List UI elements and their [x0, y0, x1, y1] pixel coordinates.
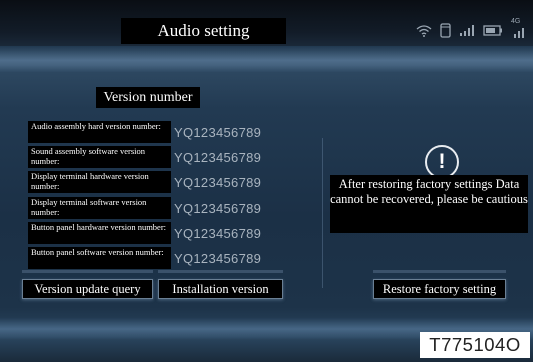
header-sheen: [0, 46, 533, 72]
version-row-label: Display terminal hardware version number…: [28, 171, 171, 193]
network-label: 4G: [511, 18, 521, 25]
version-row-audio-hardware: Audio assembly hard version number: YQ12…: [28, 121, 298, 145]
button-highlight: [22, 270, 153, 273]
version-row-value: YQ123456789: [174, 150, 262, 165]
panel-divider: [322, 138, 323, 288]
page-title: Audio setting: [121, 18, 286, 44]
button-highlight: [373, 270, 506, 273]
version-row-value: YQ123456789: [174, 175, 262, 190]
version-row-display-software: Display terminal software version number…: [28, 197, 298, 221]
version-row-button-software: Button panel software version number: YQ…: [28, 247, 298, 271]
version-row-button-hardware: Button panel hardware version number: YQ…: [28, 222, 298, 246]
version-row-value: YQ123456789: [174, 226, 262, 241]
top-bar: Audio setting 4G: [0, 0, 533, 46]
version-row-label: Button panel hardware version number:: [28, 222, 171, 244]
version-row-label: Display terminal software version number…: [28, 197, 171, 219]
version-row-label: Sound assembly software version number:: [28, 146, 171, 168]
version-row-value: YQ123456789: [174, 251, 262, 266]
status-icons: 4G: [416, 18, 527, 38]
restore-factory-setting-button[interactable]: Restore factory setting: [373, 279, 506, 299]
version-row-value: YQ123456789: [174, 201, 262, 216]
installation-version-button[interactable]: Installation version: [158, 279, 283, 299]
wifi-icon: [416, 24, 432, 37]
4g-signal-icon: 4G: [511, 18, 527, 38]
audio-settings-screen: Audio setting 4G Version number Audio as…: [0, 0, 533, 362]
version-row-label: Audio assembly hard version number:: [28, 121, 171, 143]
phone-icon: [440, 22, 451, 38]
version-row-display-hardware: Display terminal hardware version number…: [28, 171, 298, 195]
exclamation-icon: !: [425, 145, 459, 179]
version-row-value: YQ123456789: [174, 125, 262, 140]
figure-code-label: T775104O: [420, 332, 530, 358]
battery-icon: [483, 24, 503, 36]
signal-icon: [459, 24, 475, 36]
version-number-title: Version number: [96, 87, 200, 108]
button-highlight: [158, 270, 283, 273]
version-row-sound-software: Sound assembly software version number: …: [28, 146, 298, 170]
version-update-query-button[interactable]: Version update query: [22, 279, 153, 299]
factory-reset-warning: After restoring factory settings Data ca…: [330, 175, 528, 233]
version-row-label: Button panel software version number:: [28, 247, 171, 269]
